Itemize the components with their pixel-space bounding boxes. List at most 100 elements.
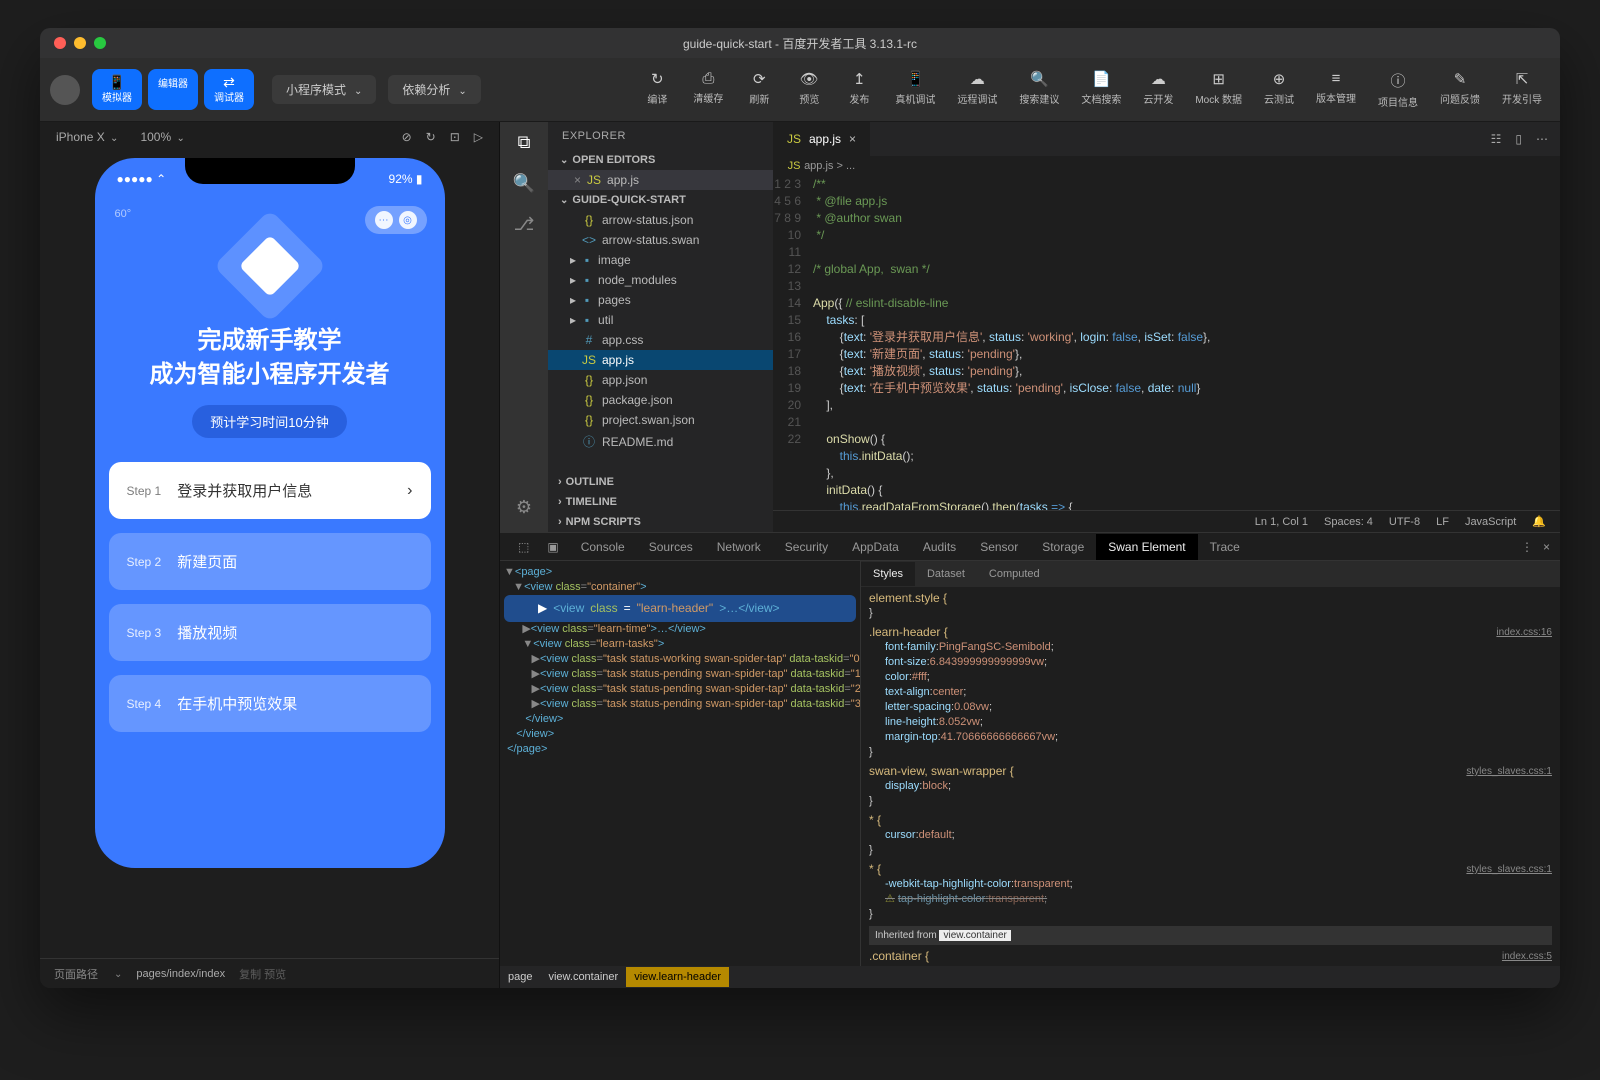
toolbar-action[interactable]: 🔍搜索建议 [1011, 66, 1067, 113]
file-item[interactable]: ⓘREADME.md [548, 430, 773, 453]
editor-tab[interactable]: JSapp.js× [773, 122, 870, 156]
npm-section[interactable]: › NPM SCRIPTS [548, 512, 773, 532]
files-icon[interactable]: ⧉ [518, 132, 531, 153]
breadcrumb-item[interactable]: view.container [540, 967, 626, 987]
dependency-select[interactable]: 依赖分析 [388, 75, 480, 104]
toolbar-action[interactable]: 👁预览 [787, 66, 831, 113]
styles-panel[interactable]: element.style {}.learn-header {index.css… [861, 587, 1560, 966]
timeline-section[interactable]: › TIMELINE [548, 492, 773, 512]
open-editors-section[interactable]: OPEN EDITORS [548, 150, 773, 170]
toolbar-action[interactable]: 📱真机调试 [887, 66, 943, 113]
styles-tab[interactable]: Dataset [915, 562, 977, 586]
encoding[interactable]: UTF-8 [1389, 516, 1420, 528]
spaces[interactable]: Spaces: 4 [1324, 516, 1373, 528]
folder-item[interactable]: ▸▪image [548, 250, 773, 270]
eol[interactable]: LF [1436, 516, 1449, 528]
inspect-icon[interactable]: ⬚ [510, 540, 537, 554]
toolbar-action[interactable]: 📄文档搜索 [1073, 66, 1129, 113]
step-card[interactable]: Step 1登录并获取用户信息› [109, 462, 431, 519]
bell-icon[interactable]: 🔔 [1532, 515, 1546, 528]
devtools-tab[interactable]: AppData [840, 534, 911, 560]
step-card[interactable]: Step 3播放视频 [109, 604, 431, 661]
page-path-label: 页面路径 [54, 966, 98, 982]
toolbar-action[interactable]: ⎙清缓存 [685, 66, 731, 113]
mode-button[interactable]: 编辑器 [148, 69, 198, 110]
phone-preview[interactable]: ●●●●● ⌃ 16:57 92% ▮ 60° ⋯◎ 完成新手教学成为智能小程序… [95, 158, 445, 868]
dom-breadcrumb[interactable]: pageview.containerview.learn-header [500, 966, 1560, 988]
devtools-tab[interactable]: Sources [637, 534, 705, 560]
breadcrumb[interactable]: JS app.js > ... [773, 156, 1560, 176]
toolbar-action[interactable]: ⊕云测试 [1256, 66, 1302, 113]
file-item[interactable]: <>arrow-status.swan [548, 230, 773, 250]
mini-program-controls[interactable]: ⋯◎ [365, 206, 427, 234]
styles-tab[interactable]: Styles [861, 562, 915, 586]
breadcrumb-item[interactable]: view.learn-header [626, 967, 729, 987]
folder-item[interactable]: ▸▪util [548, 310, 773, 330]
rotate-icon[interactable]: ↻ [426, 130, 436, 144]
toolbar-action[interactable]: ⊞Mock 数据 [1187, 66, 1250, 113]
toolbar-action[interactable]: ⟳刷新 [737, 66, 781, 113]
zoom-select[interactable]: 100% [140, 130, 184, 144]
styles-tab[interactable]: Computed [977, 562, 1052, 586]
toolbar-action[interactable]: ⇱开发引导 [1494, 66, 1550, 113]
more-icon[interactable]: ▷ [474, 130, 483, 144]
toolbar-action[interactable]: ↥发布 [837, 66, 881, 113]
breadcrumb-item[interactable]: page [500, 967, 540, 987]
file-item[interactable]: #app.css [548, 330, 773, 350]
file-item[interactable]: JSapp.js [548, 350, 773, 370]
main-toolbar: 📱模拟器编辑器⇄调试器 小程序模式 依赖分析 ↻编译⎙清缓存⟳刷新👁预览↥发布📱… [40, 58, 1560, 122]
file-item[interactable]: {}project.swan.json [548, 410, 773, 430]
devtools-tab[interactable]: Sensor [968, 534, 1030, 560]
mode-button[interactable]: 📱模拟器 [92, 69, 142, 110]
devtools-tab[interactable]: Network [705, 534, 773, 560]
folder-item[interactable]: ▸▪pages [548, 290, 773, 310]
screenshot-icon[interactable]: ⊡ [450, 130, 460, 144]
devtools-tab[interactable]: Audits [911, 534, 968, 560]
split-icon[interactable]: ☷ [1491, 132, 1502, 146]
step-card[interactable]: Step 4在手机中预览效果 [109, 675, 431, 732]
time-badge: 预计学习时间10分钟 [192, 405, 346, 438]
step-card[interactable]: Step 2新建页面 [109, 533, 431, 590]
program-mode-select[interactable]: 小程序模式 [272, 75, 376, 104]
git-icon[interactable]: ⎇ [514, 214, 535, 235]
avatar[interactable] [50, 75, 80, 105]
hero-title: 完成新手教学成为智能小程序开发者 [95, 324, 445, 391]
devtools-tab[interactable]: Security [773, 534, 840, 560]
code-editor[interactable]: /** * @file app.js * @author swan */ /* … [813, 176, 1560, 510]
devtools-tab[interactable]: Swan Element [1096, 534, 1197, 560]
gear-icon[interactable]: ⚙ [516, 497, 532, 518]
toolbar-action[interactable]: ☁云开发 [1135, 66, 1181, 113]
toolbar-action[interactable]: ⓘ项目信息 [1370, 66, 1426, 113]
open-file[interactable]: ×JSapp.js [548, 170, 773, 190]
file-item[interactable]: {}package.json [548, 390, 773, 410]
file-item[interactable]: {}app.json [548, 370, 773, 390]
layout-icon[interactable]: ▯ [1515, 132, 1522, 146]
devtools-tab[interactable]: Console [569, 534, 637, 560]
battery: 92% ▮ [389, 172, 423, 186]
window-controls[interactable] [54, 37, 106, 49]
dt-close-icon[interactable]: × [1543, 540, 1550, 554]
toolbar-action[interactable]: ✎问题反馈 [1432, 66, 1488, 113]
devtools-tab[interactable]: Storage [1030, 534, 1096, 560]
close-icon[interactable]: × [849, 132, 856, 146]
toolbar-action[interactable]: ☁远程调试 [949, 66, 1005, 113]
device-select[interactable]: iPhone X [56, 130, 118, 144]
device-icon[interactable]: ▣ [539, 540, 566, 554]
mode-button[interactable]: ⇄调试器 [204, 69, 254, 110]
file-item[interactable]: {}arrow-status.json [548, 210, 773, 230]
folder-item[interactable]: ▸▪node_modules [548, 270, 773, 290]
cursor-pos[interactable]: Ln 1, Col 1 [1255, 516, 1308, 528]
outline-section[interactable]: › OUTLINE [548, 472, 773, 492]
dom-tree[interactable]: ▼<page> ▼<view class="container"> ▶<view… [500, 561, 860, 966]
devtools-tab[interactable]: Trace [1198, 534, 1252, 560]
path-actions[interactable]: 复制 预览 [239, 966, 286, 982]
language[interactable]: JavaScript [1465, 516, 1516, 528]
more-icon[interactable]: ⋯ [1536, 132, 1548, 146]
user-icon[interactable]: ⊘ [402, 130, 412, 144]
project-section[interactable]: GUIDE-QUICK-START [548, 190, 773, 210]
toolbar-action[interactable]: ↻编译 [635, 66, 679, 113]
toolbar-action[interactable]: ≡版本管理 [1308, 66, 1364, 113]
search-icon[interactable]: 🔍 [513, 173, 535, 194]
dt-more-icon[interactable]: ⋮ [1521, 540, 1533, 554]
page-path-input[interactable]: pages/index/index [136, 968, 225, 980]
